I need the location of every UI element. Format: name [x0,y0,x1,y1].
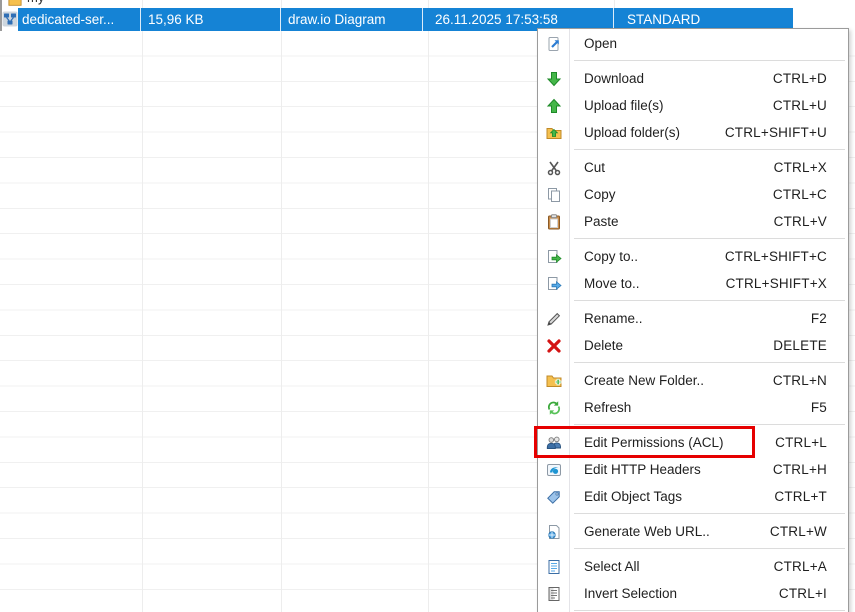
new-folder-icon [538,373,569,389]
file-row-partial[interactable]: my new folder [0,0,855,8]
paste-icon [538,214,569,230]
menu-item-label: Edit Permissions (ACL) [569,435,775,450]
menu-item-shortcut: CTRL+T [774,489,848,504]
select-all-icon [538,559,569,575]
menu-item-edit-permissions-acl[interactable]: Edit Permissions (ACL)CTRL+L [538,429,848,456]
menu-item-label: Move to.. [569,276,726,291]
menu-item-shortcut: F2 [811,311,848,326]
menu-item-paste[interactable]: PasteCTRL+V [538,208,848,235]
refresh-icon [538,400,569,416]
file-manager-screen: my new folder dedicated-ser... 15,96 KB … [0,0,855,612]
menu-item-create-new-folder[interactable]: Create New Folder..CTRL+N [538,367,848,394]
rename-icon [538,311,569,327]
menu-item-upload-folder-s[interactable]: Upload folder(s)CTRL+SHIFT+U [538,119,848,146]
menu-item-open[interactable]: Open [538,30,848,57]
copy-icon [538,187,569,203]
menu-item-shortcut: CTRL+SHIFT+X [726,276,848,291]
menu-item-shortcut: CTRL+W [770,524,848,539]
menu-item-label: Edit HTTP Headers [569,462,773,477]
menu-item-label: Download [569,71,773,86]
menu-item-select-all[interactable]: Select AllCTRL+A [538,553,848,580]
drawio-file-icon [2,11,18,27]
menu-item-rename[interactable]: Rename..F2 [538,305,848,332]
column-divider [428,0,429,612]
menu-item-shortcut: CTRL+V [774,214,848,229]
file-size: 15,96 KB [141,8,281,31]
menu-item-label: Edit Object Tags [569,489,774,504]
menu-item-label: Rename.. [569,311,811,326]
menu-separator [538,545,848,553]
column-divider [142,0,143,612]
menu-item-shortcut: CTRL+N [773,373,848,388]
menu-item-edit-object-tags[interactable]: Edit Object TagsCTRL+T [538,483,848,510]
menu-item-shortcut: CTRL+L [775,435,848,450]
menu-item-shortcut: CTRL+U [773,98,848,113]
tags-icon [538,489,569,505]
move-to-icon [538,276,569,292]
menu-item-shortcut: CTRL+X [774,160,848,175]
menu-item-move-to[interactable]: Move to..CTRL+SHIFT+X [538,270,848,297]
menu-item-label: Create New Folder.. [569,373,773,388]
file-name: dedicated-ser... [18,8,141,31]
copy-to-icon [538,249,569,265]
menu-item-cut[interactable]: CutCTRL+X [538,154,848,181]
menu-item-refresh[interactable]: RefreshF5 [538,394,848,421]
cut-icon [538,160,569,176]
menu-item-shortcut: F5 [811,400,848,415]
file-type: draw.io Diagram [281,8,423,31]
menu-item-label: Copy [569,187,773,202]
menu-separator [538,297,848,305]
menu-item-generate-web-url[interactable]: Generate Web URL..CTRL+W [538,518,848,545]
menu-item-label: Select All [569,559,774,574]
menu-item-copy-to[interactable]: Copy to..CTRL+SHIFT+C [538,243,848,270]
column-divider [281,0,282,612]
menu-item-label: Invert Selection [569,586,779,601]
menu-item-shortcut: DELETE [773,338,848,353]
folder-icon [8,0,22,6]
menu-separator [538,421,848,429]
delete-icon [538,338,569,354]
menu-separator [538,359,848,367]
menu-item-label: Copy to.. [569,249,725,264]
menu-item-shortcut: CTRL+D [773,71,848,86]
menu-item-shortcut: CTRL+H [773,462,848,477]
invert-selection-icon [538,586,569,602]
menu-separator [538,510,848,518]
file-name: my new folder [27,0,60,8]
menu-item-label: Open [569,36,827,51]
menu-separator [538,607,848,612]
menu-item-label: Cut [569,160,774,175]
menu-item-invert-selection[interactable]: Invert SelectionCTRL+I [538,580,848,607]
menu-item-edit-http-headers[interactable]: Edit HTTP HeadersCTRL+H [538,456,848,483]
open-icon [538,36,569,52]
menu-item-shortcut: CTRL+C [773,187,848,202]
download-icon [538,71,569,87]
upload-icon [538,98,569,114]
menu-item-upload-file-s[interactable]: Upload file(s)CTRL+U [538,92,848,119]
menu-item-label: Upload folder(s) [569,125,725,140]
menu-item-shortcut: CTRL+SHIFT+U [725,125,848,140]
context-menu: OpenDownloadCTRL+DUpload file(s)CTRL+UUp… [537,28,849,612]
menu-item-label: Upload file(s) [569,98,773,113]
menu-item-label: Delete [569,338,773,353]
web-url-icon [538,524,569,540]
menu-item-download[interactable]: DownloadCTRL+D [538,65,848,92]
permissions-icon [538,435,569,451]
menu-separator [538,146,848,154]
menu-item-label: Refresh [569,400,811,415]
menu-item-label: Paste [569,214,774,229]
menu-separator [538,235,848,243]
menu-separator [538,57,848,65]
menu-item-copy[interactable]: CopyCTRL+C [538,181,848,208]
menu-item-shortcut: CTRL+SHIFT+C [725,249,848,264]
menu-item-delete[interactable]: DeleteDELETE [538,332,848,359]
menu-item-shortcut: CTRL+I [779,586,848,601]
menu-item-label: Generate Web URL.. [569,524,770,539]
upload-folder-icon [538,125,569,141]
http-headers-icon [538,462,569,478]
menu-item-shortcut: CTRL+A [774,559,848,574]
